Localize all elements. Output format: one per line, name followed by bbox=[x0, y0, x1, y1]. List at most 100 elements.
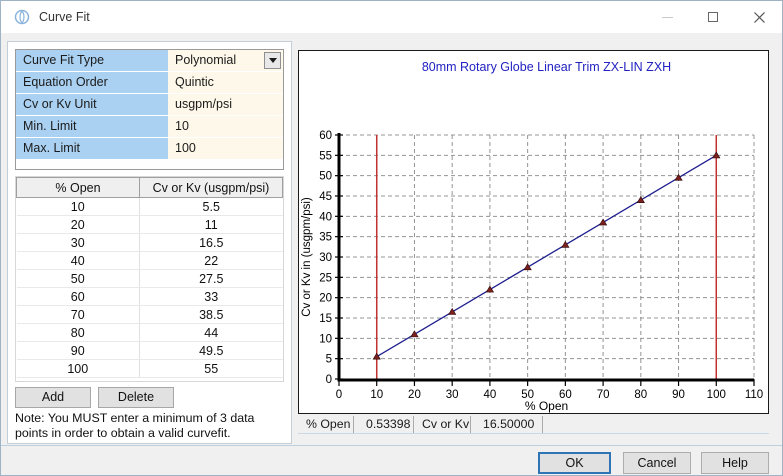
form-row-cv-kv-unit: Cv or Kv Unit usgpm/psi bbox=[16, 94, 283, 116]
curve-points-table: % Open Cv or Kv (usgpm/psi) 10 5.5 20 11 30 1… bbox=[15, 176, 284, 382]
table-cell[interactable]: 27.5 bbox=[139, 269, 283, 288]
table-cell[interactable]: 5.5 bbox=[139, 197, 283, 216]
table-cell[interactable]: 10 bbox=[16, 197, 140, 216]
curve-fit-dialog: Curve Fit Curve Fit Type Polynomial Equa… bbox=[0, 0, 783, 476]
table-cell[interactable]: 100 bbox=[16, 359, 140, 378]
cv-kv-unit-field[interactable]: usgpm/psi bbox=[168, 94, 283, 115]
table-row[interactable]: 20 11 bbox=[16, 215, 283, 234]
equation-order-value: Quintic bbox=[175, 75, 214, 89]
table-cell[interactable]: 70 bbox=[16, 305, 140, 324]
svg-text:50: 50 bbox=[319, 171, 332, 183]
svg-text:100: 100 bbox=[707, 389, 726, 401]
svg-text:80mm Rotary Globe Linear Trim: 80mm Rotary Globe Linear Trim ZX-LIN ZXH bbox=[422, 60, 671, 74]
add-button[interactable]: Add bbox=[15, 387, 91, 408]
status-open-value: 0.53398 bbox=[354, 416, 414, 433]
table-row[interactable]: 30 16.5 bbox=[16, 233, 283, 252]
svg-text:0: 0 bbox=[326, 374, 332, 386]
curve-fit-type-value: Polynomial bbox=[175, 53, 237, 67]
max-limit-value: 100 bbox=[175, 141, 196, 155]
table-cell[interactable]: 55 bbox=[139, 359, 283, 378]
maximize-icon bbox=[708, 12, 718, 22]
help-button[interactable]: Help bbox=[701, 452, 769, 474]
curve-fit-form: Curve Fit Type Polynomial Equation Order… bbox=[15, 49, 284, 170]
form-row-min-limit: Min. Limit 10 bbox=[16, 116, 283, 138]
col-header-cv-kv: Cv or Kv (usgpm/psi) bbox=[139, 177, 283, 198]
svg-text:30: 30 bbox=[446, 389, 459, 401]
table-row[interactable]: 60 33 bbox=[16, 287, 283, 306]
form-row-equation-order: Equation Order Quintic bbox=[16, 72, 283, 94]
table-cell[interactable]: 11 bbox=[139, 215, 283, 234]
cv-kv-unit-label: Cv or Kv Unit bbox=[16, 94, 168, 115]
ok-button[interactable]: OK bbox=[538, 452, 611, 474]
table-cell[interactable]: 90 bbox=[16, 341, 140, 360]
svg-text:20: 20 bbox=[408, 389, 421, 401]
table-row[interactable]: 70 38.5 bbox=[16, 305, 283, 324]
table-cell[interactable]: 49.5 bbox=[139, 341, 283, 360]
close-icon bbox=[753, 11, 765, 23]
chevron-down-icon bbox=[268, 58, 277, 63]
close-button[interactable] bbox=[736, 1, 782, 33]
table-row[interactable]: 100 55 bbox=[16, 359, 283, 378]
svg-text:% Open: % Open bbox=[525, 399, 568, 413]
table-cell[interactable]: 30 bbox=[16, 233, 140, 252]
cancel-button[interactable]: Cancel bbox=[623, 452, 691, 474]
curve-chart-svg: 80mm Rotary Globe Linear Trim ZX-LIN ZXH… bbox=[301, 60, 763, 413]
max-limit-field[interactable]: 100 bbox=[168, 138, 283, 159]
delete-button[interactable]: Delete bbox=[98, 387, 174, 408]
min-limit-label: Min. Limit bbox=[16, 116, 168, 137]
form-row-curve-fit-type: Curve Fit Type Polynomial bbox=[16, 50, 283, 72]
table-cell[interactable]: 44 bbox=[139, 323, 283, 342]
table-row[interactable]: 10 5.5 bbox=[16, 197, 283, 216]
table-row[interactable]: 80 44 bbox=[16, 323, 283, 342]
status-cv-label: Cv or Kv bbox=[414, 416, 471, 433]
table-cell[interactable]: 22 bbox=[139, 251, 283, 270]
cv-kv-unit-value: usgpm/psi bbox=[175, 97, 232, 111]
curve-fit-chart: 80mm Rotary Globe Linear Trim ZX-LIN ZXH… bbox=[298, 50, 769, 414]
min-limit-field[interactable]: 10 bbox=[168, 116, 283, 137]
table-cell[interactable]: 60 bbox=[16, 287, 140, 306]
window-title: Curve Fit bbox=[39, 10, 90, 24]
svg-text:15: 15 bbox=[319, 313, 332, 325]
svg-text:30: 30 bbox=[319, 252, 332, 264]
svg-text:90: 90 bbox=[672, 389, 685, 401]
svg-text:0: 0 bbox=[336, 389, 342, 401]
svg-text:10: 10 bbox=[370, 389, 383, 401]
table-header-row: % Open Cv or Kv (usgpm/psi) bbox=[16, 177, 283, 198]
table-cell[interactable]: 20 bbox=[16, 215, 140, 234]
svg-text:40: 40 bbox=[484, 389, 497, 401]
curve-fit-type-select[interactable]: Polynomial bbox=[168, 50, 283, 71]
minimize-button[interactable] bbox=[644, 1, 690, 33]
settings-panel: Curve Fit Type Polynomial Equation Order… bbox=[7, 41, 292, 444]
table-cell[interactable]: 33 bbox=[139, 287, 283, 306]
table-cell[interactable]: 38.5 bbox=[139, 305, 283, 324]
equation-order-field[interactable]: Quintic bbox=[168, 72, 283, 93]
dropdown-button[interactable] bbox=[264, 52, 281, 69]
table-cell[interactable]: 40 bbox=[16, 251, 140, 270]
svg-text:5: 5 bbox=[326, 354, 332, 366]
maximize-button[interactable] bbox=[690, 1, 736, 33]
table-row[interactable]: 90 49.5 bbox=[16, 341, 283, 360]
col-header-percent-open: % Open bbox=[16, 177, 140, 198]
dialog-button-strip: OK Cancel Help bbox=[1, 445, 782, 475]
cursor-readout-bar: % Open 0.53398 Cv or Kv 16.50000 bbox=[298, 416, 769, 434]
table-cell[interactable]: 80 bbox=[16, 323, 140, 342]
app-valve-icon bbox=[14, 9, 30, 25]
status-open-label: % Open bbox=[298, 416, 354, 433]
svg-text:35: 35 bbox=[319, 232, 332, 244]
svg-text:60: 60 bbox=[319, 130, 332, 142]
table-cell[interactable]: 50 bbox=[16, 269, 140, 288]
max-limit-label: Max. Limit bbox=[16, 138, 168, 159]
status-filler bbox=[543, 416, 769, 433]
form-row-max-limit: Max. Limit 100 bbox=[16, 138, 283, 160]
titlebar: Curve Fit bbox=[1, 1, 782, 33]
table-row[interactable]: 50 27.5 bbox=[16, 269, 283, 288]
curve-fit-type-label: Curve Fit Type bbox=[16, 50, 168, 71]
table-row[interactable]: 40 22 bbox=[16, 251, 283, 270]
svg-text:40: 40 bbox=[319, 211, 332, 223]
minimize-icon bbox=[661, 17, 673, 18]
svg-text:25: 25 bbox=[319, 272, 332, 284]
table-cell[interactable]: 16.5 bbox=[139, 233, 283, 252]
svg-text:80: 80 bbox=[634, 389, 647, 401]
svg-text:70: 70 bbox=[597, 389, 610, 401]
svg-text:20: 20 bbox=[319, 293, 332, 305]
